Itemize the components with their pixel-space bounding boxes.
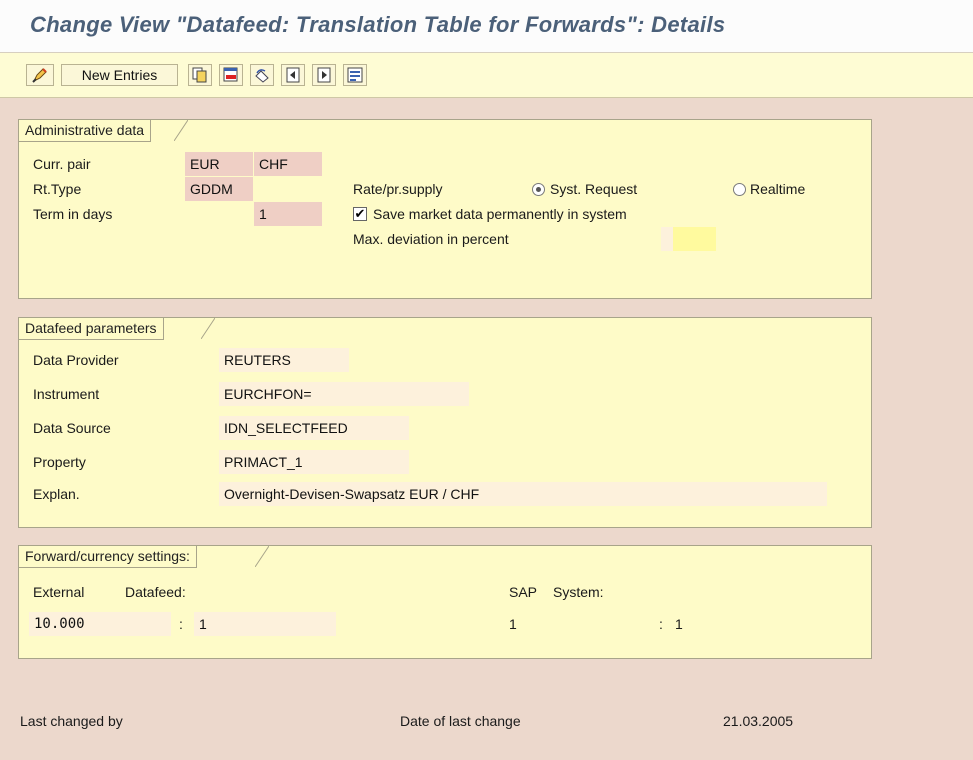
new-entries-button[interactable]: New Entries: [61, 64, 178, 86]
forward-currency-settings-title: Forward/currency settings:: [19, 546, 197, 568]
realtime-label: Realtime: [750, 181, 806, 197]
term-label: Term in days: [33, 206, 113, 222]
administrative-data-title: Administrative data: [19, 120, 152, 142]
page-title: Change View "Datafeed: Translation Table…: [30, 12, 726, 37]
external-ratio-field[interactable]: 1: [194, 612, 336, 636]
application-toolbar: New Entries: [0, 53, 973, 98]
datafeed-parameters-title: Datafeed parameters: [19, 318, 164, 340]
explanation-field[interactable]: Overnight-Devisen-Swapsatz EUR / CHF: [219, 482, 827, 506]
datafeed-parameters-panel: Datafeed parameters Data Provider REUTER…: [18, 317, 872, 528]
instrument-field[interactable]: EURCHFON=: [219, 382, 469, 406]
delete-icon[interactable]: [219, 64, 243, 86]
property-field[interactable]: PRIMACT_1: [219, 450, 409, 474]
instrument-label: Instrument: [33, 386, 100, 402]
curr-from-field[interactable]: EUR: [185, 152, 253, 176]
copy-icon[interactable]: [188, 64, 212, 86]
term-field[interactable]: 1: [254, 202, 322, 226]
syst-request-label: Syst. Request: [550, 181, 638, 197]
data-source-field[interactable]: IDN_SELECTFEED: [219, 416, 409, 440]
last-changed-by-label: Last changed by: [20, 713, 123, 729]
curr-pair-label: Curr. pair: [33, 156, 91, 172]
forward-currency-settings-panel: Forward/currency settings: External Data…: [18, 545, 872, 659]
max-deviation-label: Max. deviation in percent: [353, 231, 509, 247]
rate-supply-label: Rate/pr.supply: [353, 181, 443, 197]
curr-to-field[interactable]: CHF: [254, 152, 322, 176]
explanation-label: Explan.: [33, 486, 80, 502]
realtime-radio[interactable]: [733, 183, 746, 196]
external-value-field[interactable]: 10.000: [29, 612, 171, 636]
tab-slant-icon: [201, 318, 215, 339]
previous-entry-icon[interactable]: [281, 64, 305, 86]
sap-label: SAP: [509, 584, 538, 600]
display-change-icon[interactable]: [26, 64, 54, 86]
syst-request-radio[interactable]: [532, 183, 545, 196]
external-separator: :: [179, 616, 183, 632]
data-provider-label: Data Provider: [33, 352, 119, 368]
date-of-last-change-value: 21.03.2005: [723, 713, 794, 729]
sap-value: 1: [509, 616, 517, 632]
title-bar: Change View "Datafeed: Translation Table…: [0, 0, 973, 53]
save-permanently-label: Save market data permanently in system: [373, 206, 627, 222]
next-entry-icon[interactable]: [312, 64, 336, 86]
rt-type-label: Rt.Type: [33, 181, 82, 197]
administrative-data-panel: Administrative data Curr. pair EUR CHF R…: [18, 119, 872, 299]
data-provider-field[interactable]: REUTERS: [219, 348, 349, 372]
sap-separator: :: [659, 616, 663, 632]
external-label: External: [33, 584, 85, 600]
rt-type-field[interactable]: GDDM: [185, 177, 253, 201]
data-source-label: Data Source: [33, 420, 111, 436]
system-label: System:: [553, 584, 604, 600]
max-deviation-field[interactable]: [673, 227, 716, 251]
sap-ratio: 1: [675, 616, 683, 632]
date-of-last-change-label: Date of last change: [400, 713, 521, 729]
save-permanently-checkbox[interactable]: ✔: [353, 207, 367, 221]
tab-slant-icon: [174, 120, 188, 141]
property-label: Property: [33, 454, 86, 470]
select-block-icon[interactable]: [343, 64, 367, 86]
datafeed-label: Datafeed:: [125, 584, 186, 600]
undo-icon[interactable]: [250, 64, 274, 86]
tab-slant-icon: [255, 546, 269, 567]
